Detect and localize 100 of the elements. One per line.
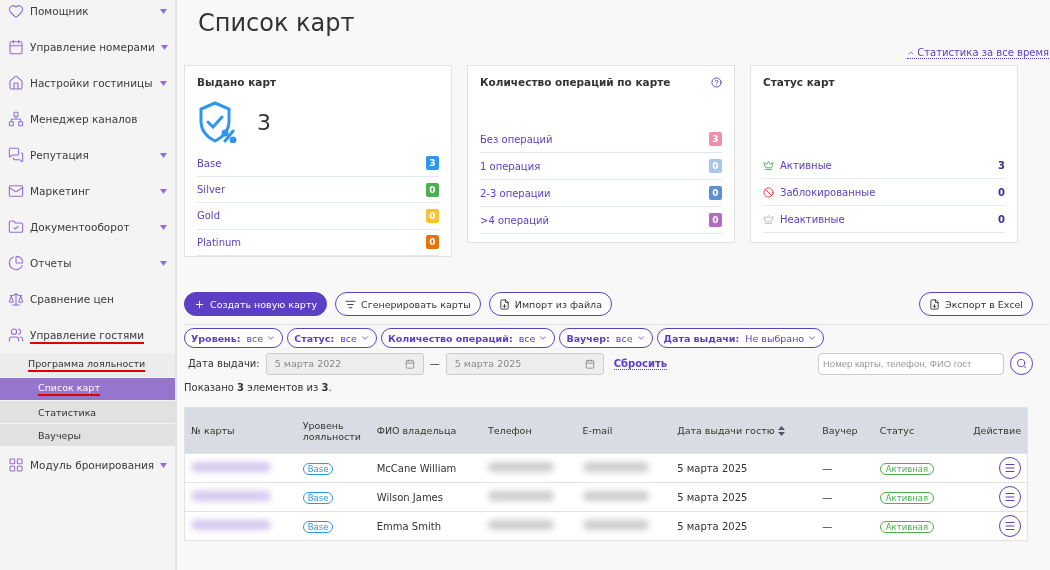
sidebar-item[interactable]: Помощник	[0, 0, 175, 29]
sidebar-item[interactable]: Репутация	[0, 137, 175, 173]
menu-icon	[1004, 462, 1016, 474]
status-count: 3	[998, 159, 1005, 171]
caret-icon	[160, 8, 167, 14]
table-cell: —	[816, 482, 874, 512]
row-label[interactable]: Gold	[197, 210, 220, 222]
toolbar-button[interactable]: Сгенерировать карты	[335, 292, 481, 316]
row-label[interactable]: Silver	[197, 184, 226, 196]
count-badge: 0	[709, 159, 722, 173]
users-icon	[8, 327, 24, 343]
chevron-icon	[635, 333, 646, 343]
heart-icon	[8, 3, 24, 19]
menu-button[interactable]	[999, 515, 1021, 537]
count-badge: 3	[709, 132, 722, 146]
column-header: ФИО владельца	[370, 407, 482, 454]
count-badge: 0	[709, 213, 722, 227]
sidebar-item[interactable]: Отчеты	[0, 245, 175, 281]
filter-chip[interactable]: Уровень: все	[184, 328, 284, 348]
blurred-text	[487, 462, 554, 472]
date-separator: —	[429, 358, 440, 369]
sidebar-subitem[interactable]: Программа лояльности	[0, 353, 175, 378]
column-header: E-mail	[576, 407, 672, 454]
status-count: 0	[998, 186, 1005, 198]
mail-icon	[8, 183, 24, 199]
folder-icon	[8, 219, 24, 235]
table-cell: 5 марта 2025	[671, 482, 817, 512]
caret-icon	[160, 80, 167, 86]
menu-icon	[1004, 520, 1016, 532]
status-label[interactable]: Активные	[763, 159, 832, 171]
sidebar-item[interactable]: Настройки гостиницы	[0, 65, 175, 101]
filter-chip[interactable]: Количество операций: все	[380, 328, 556, 348]
chevron-icon	[359, 333, 370, 343]
stats-link[interactable]: Статистика за все время	[907, 47, 1049, 59]
row-label[interactable]: 1 операция	[480, 160, 541, 172]
shield-check-icon	[197, 101, 237, 144]
column-header: Действие	[954, 407, 1028, 454]
help-icon[interactable]	[711, 76, 722, 88]
search-button[interactable]	[1010, 352, 1033, 375]
table-cell: —	[816, 511, 874, 541]
page-title: Список карт	[198, 9, 356, 37]
toolbar-button[interactable]: Импорт из файла	[488, 292, 612, 316]
row-label[interactable]: Platinum	[197, 236, 242, 248]
sidebar-item[interactable]: Маркетинг	[0, 173, 175, 209]
chat-icon	[8, 147, 24, 163]
row-label[interactable]: 2-3 операции	[480, 187, 551, 199]
sidebar-item[interactable]: Сравнение цен	[0, 281, 175, 317]
chevron-icon	[807, 333, 818, 343]
table-cell: 5 марта 2025	[671, 511, 817, 541]
file-icon	[498, 298, 510, 310]
chevron-icon	[266, 333, 277, 343]
filter-chip[interactable]: Статус: все	[287, 328, 377, 348]
scales-icon	[8, 291, 24, 307]
column-header: Телефон	[481, 407, 577, 454]
row-label[interactable]: >4 операций	[480, 214, 549, 226]
row-label[interactable]: Base	[197, 157, 222, 169]
search-field[interactable]: Номер карты, телефон, ФИО гост	[818, 352, 1004, 375]
sidebar-subitem[interactable]: Ваучеры	[0, 424, 175, 447]
sidebar-item[interactable]: Модуль бронирования	[0, 447, 175, 483]
table-cell: 5 марта 2025	[671, 453, 817, 483]
filter-chip[interactable]: Дата выдачи: Не выбрано	[656, 328, 825, 348]
filter-chip[interactable]: Ваучер: все	[559, 328, 653, 348]
column-header: Дата выдачи гостю	[671, 407, 817, 454]
calendar-icon	[584, 358, 595, 369]
column-header: Статус	[873, 407, 955, 454]
sidebar-item[interactable]: Управление гостями	[0, 317, 175, 353]
menu-button[interactable]	[999, 457, 1021, 479]
count-badge: 0	[426, 235, 439, 250]
caret-icon	[160, 152, 167, 158]
file-icon	[929, 298, 940, 310]
chevron-icon	[538, 333, 549, 343]
sidebar-item[interactable]: Управление номерами	[0, 29, 175, 65]
sidebar-item[interactable]: Менеджер каналов	[0, 101, 175, 137]
blurred-text	[582, 462, 649, 472]
table-cell: Emma Smith	[370, 511, 482, 541]
date-label: Дата выдачи:	[188, 358, 260, 369]
list-icon	[345, 298, 357, 310]
caret-icon	[160, 44, 168, 50]
calendar-icon	[404, 358, 415, 369]
network-icon	[8, 111, 24, 127]
search-icon	[1016, 358, 1027, 369]
sidebar-subitem[interactable]: Список карт	[0, 378, 175, 401]
sidebar-item[interactable]: Документооборот	[0, 209, 175, 245]
row-label[interactable]: Без операций	[480, 133, 553, 145]
menu-button[interactable]	[999, 486, 1021, 508]
chart-icon	[8, 255, 24, 271]
sidebar-subitem[interactable]: Статистика	[0, 401, 175, 424]
export-button[interactable]: Экспорт в Excel	[919, 292, 1033, 316]
count-badge: 3	[426, 156, 439, 171]
house-icon	[8, 75, 24, 91]
count-badge: 0	[426, 208, 439, 223]
blurred-text	[582, 491, 649, 501]
status-label[interactable]: Заблокированные	[763, 186, 876, 198]
column-header: № карты	[184, 407, 297, 454]
blurred-text	[487, 491, 554, 501]
card-title: Количество операций по карте	[480, 76, 671, 88]
status-label[interactable]: Неактивные	[763, 213, 845, 225]
toolbar-button[interactable]: Создать новую карту	[184, 292, 328, 316]
reset-link[interactable]: Сбросить	[613, 357, 668, 370]
card-total: 3	[257, 109, 271, 135]
